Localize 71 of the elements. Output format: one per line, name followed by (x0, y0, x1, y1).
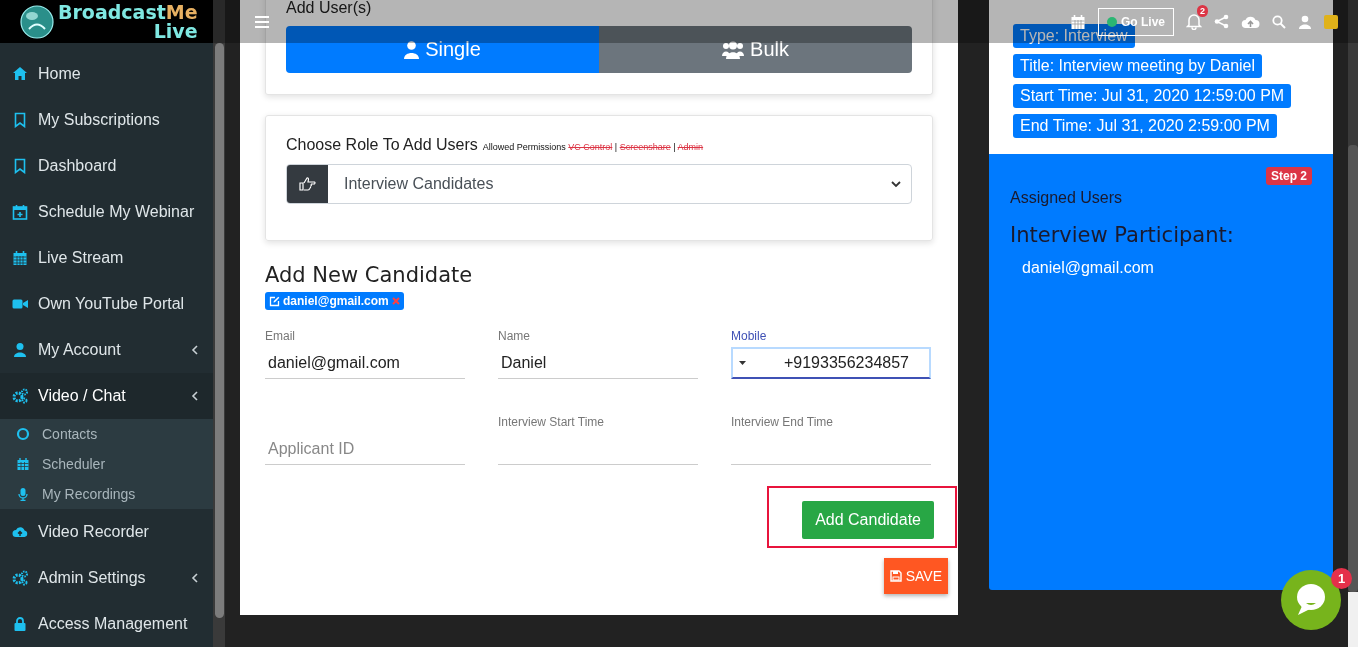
section-title: Add User(s) (286, 0, 372, 18)
calendar-icon (12, 250, 28, 266)
scrollbar-thumb[interactable] (214, 43, 224, 618)
sidebar-item[interactable]: My Subscriptions (0, 97, 213, 143)
user-icon (12, 342, 28, 358)
calendar-plus-icon (12, 204, 28, 220)
share-icon[interactable] (1214, 14, 1229, 29)
microphone-icon (16, 487, 30, 501)
status-dot (1107, 16, 1117, 27)
sidebar-item[interactable]: Home (0, 51, 213, 97)
dropdown-caret-icon[interactable] (739, 361, 746, 365)
email-tag: daniel@gmail.com (265, 292, 404, 310)
close-icon[interactable] (391, 297, 400, 305)
logo-text: BroadcastMe Live (58, 2, 198, 41)
circle-icon (16, 427, 30, 441)
input-field[interactable]: Applicant ID (265, 433, 465, 465)
permissions-text: Allowed Permissions VC Control | Screenshare | Admin (482, 142, 704, 152)
input-field[interactable]: daniel@gmail.com (265, 347, 465, 379)
lock-icon (12, 616, 28, 632)
tab[interactable]: Single (286, 26, 599, 73)
home-icon (12, 66, 28, 82)
search-icon[interactable] (1272, 14, 1286, 29)
sidebar-item[interactable]: Dashboard (0, 143, 213, 189)
sidebar-item[interactable]: Schedule My Webinar (0, 189, 213, 235)
bookmark-icon (12, 158, 28, 174)
gears-icon (12, 388, 28, 404)
section-heading: Interview Participant: (1010, 223, 1234, 247)
field-label: Mobile (731, 329, 767, 345)
bookmark-icon (12, 112, 28, 128)
user-icon (404, 40, 420, 59)
sidebar-item[interactable]: Video / Chat (0, 373, 213, 419)
menu-icon[interactable] (255, 15, 269, 28)
role-select[interactable]: Interview Candidates (286, 164, 912, 204)
field-label: Choose Role To Add Users (286, 136, 478, 154)
phone-input-field[interactable]: +9193356234857 (746, 349, 923, 377)
users-icon (722, 40, 745, 59)
submenu-item[interactable]: Contacts (0, 419, 213, 449)
gears-icon (12, 570, 28, 586)
sidebar-item[interactable]: Admin Settings (0, 555, 213, 601)
meeting-detail-tag: End Time: Jul 31, 2020 2:59:00 PM (1013, 114, 1277, 138)
tab[interactable]: Bulk (599, 26, 912, 73)
submenu-item[interactable]: My Recordings (0, 479, 213, 509)
hand-pointing-icon (299, 177, 316, 191)
submenu-item[interactable]: Scheduler (0, 449, 213, 479)
field-label: Name (498, 329, 530, 345)
square-icon[interactable] (1324, 14, 1338, 29)
calendar-icon (16, 457, 30, 471)
scrollbar[interactable] (1348, 0, 1358, 647)
sidebar-item[interactable]: Own YouTube Portal (0, 281, 213, 327)
meeting-detail-tag: Title: Interview meeting by Daniel (1013, 54, 1263, 78)
section-heading: Add New Candidate (265, 263, 473, 287)
edit-icon[interactable] (269, 295, 280, 307)
field-label: Interview Start Time (498, 415, 605, 431)
chevron-down-icon (891, 180, 901, 188)
sidebar-item[interactable]: Live Stream (0, 235, 213, 281)
field-label: Interview End Time (731, 415, 834, 431)
cloud-upload-icon[interactable] (1241, 14, 1260, 29)
bell-icon[interactable] (1186, 13, 1202, 30)
phone-field[interactable]: +9193356234857 (731, 347, 931, 379)
section-label: Assigned Users (1010, 189, 1123, 207)
input-field[interactable]: Daniel (498, 347, 698, 379)
cloud-upload-icon (12, 524, 28, 540)
step-badge: Step 2 (1266, 167, 1312, 185)
participant-email: daniel@gmail.com (1022, 259, 1154, 277)
chat-bubble-icon (1296, 584, 1326, 616)
sidebar-item[interactable]: My Account (0, 327, 213, 373)
sidebar-item[interactable]: Video Recorder (0, 509, 213, 555)
user-icon[interactable] (1298, 14, 1312, 29)
field-label: Email (265, 329, 295, 345)
meeting-detail-tag: Start Time: Jul 31, 2020 12:59:00 PM (1013, 84, 1292, 108)
sidebar-item[interactable]: Access Management (0, 601, 213, 647)
